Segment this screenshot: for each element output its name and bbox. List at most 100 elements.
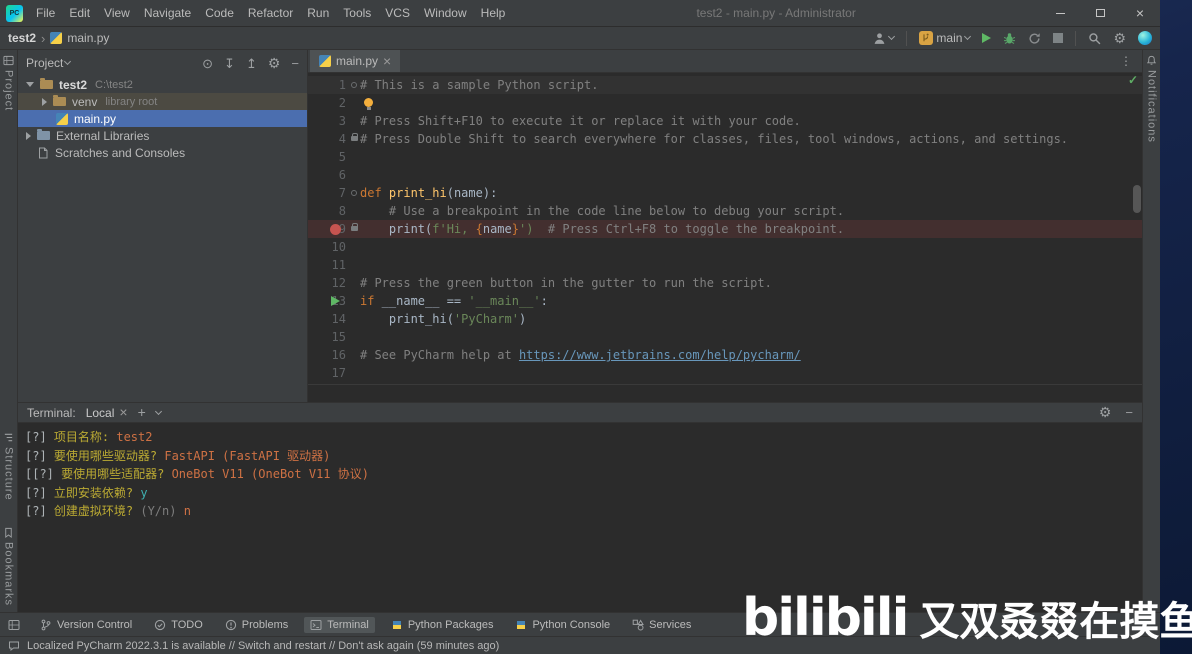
menu-vcs[interactable]: VCS	[378, 0, 417, 26]
code-line-11[interactable]: 11	[308, 256, 1142, 274]
search-everywhere-button[interactable]	[1088, 32, 1101, 45]
line-number-3[interactable]: 3	[308, 112, 354, 130]
line-number-12[interactable]: 12	[308, 274, 354, 292]
code-line-2[interactable]: 2	[308, 94, 1142, 112]
terminal-output[interactable]: [?] 项目名称: test2 [?] 要使用哪些驱动器? FastAPI (Fa…	[18, 423, 1142, 612]
collapse-all-button[interactable]	[246, 57, 257, 70]
tool-button-version-control[interactable]: Version Control	[34, 617, 138, 633]
fold-marker-icon[interactable]	[351, 190, 357, 196]
menu-refactor[interactable]: Refactor	[241, 0, 300, 26]
close-tab-icon[interactable]	[383, 54, 391, 69]
locate-file-button[interactable]	[202, 57, 213, 70]
code-line-4[interactable]: 4 # Press Double Shift to search everywhe…	[308, 130, 1142, 148]
tree-expanded-icon[interactable]	[26, 82, 34, 87]
line-number-2[interactable]: 2	[308, 94, 354, 112]
menu-window[interactable]: Window	[417, 0, 474, 26]
stripe-project-button[interactable]: Project	[3, 55, 15, 111]
editor-tab-main-py[interactable]: main.py	[310, 50, 401, 72]
stripe-notifications-button[interactable]: Notifications	[1146, 55, 1158, 143]
breadcrumb-file[interactable]: main.py	[67, 31, 109, 45]
tree-item-venv[interactable]: venv library root	[18, 93, 307, 110]
code-line-16[interactable]: 16 # See PyCharm help at https://www.jetb…	[308, 346, 1142, 364]
line-number-4[interactable]: 4	[308, 130, 354, 148]
tool-button-services[interactable]: Services	[626, 617, 697, 633]
line-number-16[interactable]: 16	[308, 346, 354, 364]
tool-button-todo[interactable]: TODO	[148, 617, 209, 633]
tool-button-python-console[interactable]: Python Console	[509, 617, 616, 633]
minimize-button[interactable]	[1040, 0, 1080, 26]
tree-item-main-py[interactable]: main.py	[18, 110, 307, 127]
line-number-6[interactable]: 6	[308, 166, 354, 184]
project-panel-title[interactable]: Project	[26, 56, 63, 70]
hide-panel-button[interactable]	[291, 57, 299, 70]
menu-tools[interactable]: Tools	[336, 0, 378, 26]
line-number-8[interactable]: 8	[308, 202, 354, 220]
run-button[interactable]	[982, 33, 992, 43]
tree-collapsed-icon[interactable]	[42, 97, 47, 106]
panel-settings-button[interactable]	[268, 56, 281, 70]
maximize-button[interactable]	[1080, 0, 1120, 26]
chevron-down-icon[interactable]	[64, 57, 72, 66]
user-account-button[interactable]	[873, 32, 896, 45]
code-line-9[interactable]: 9 print(f'Hi, {name}') # Press Ctrl+F8 t…	[308, 220, 1142, 238]
tool-button-terminal[interactable]: Terminal	[304, 616, 375, 633]
run-gutter-icon[interactable]	[331, 296, 340, 306]
menu-view[interactable]: View	[97, 0, 137, 26]
settings-button[interactable]	[1113, 31, 1126, 46]
code-line-7[interactable]: 7 def print_hi(name):	[308, 184, 1142, 202]
menu-help[interactable]: Help	[474, 0, 513, 26]
git-branch-widget[interactable]: main	[919, 31, 972, 45]
code-line-13[interactable]: 13 if __name__ == '__main__':	[308, 292, 1142, 310]
terminal-dropdown-icon[interactable]	[154, 407, 162, 415]
line-number-7[interactable]: 7	[308, 184, 354, 202]
breakpoint-icon[interactable]	[330, 223, 341, 235]
code-line-10[interactable]: 10	[308, 238, 1142, 256]
stripe-structure-button[interactable]: Structure	[3, 432, 15, 501]
line-number-15[interactable]: 15	[308, 328, 354, 346]
code-line-17[interactable]: 17	[308, 364, 1142, 382]
tool-button-problems[interactable]: Problems	[219, 617, 294, 633]
code-line-12[interactable]: 12 # Press the green button in the gutter…	[308, 274, 1142, 292]
line-number-10[interactable]: 10	[308, 238, 354, 256]
stop-button[interactable]	[1053, 33, 1064, 43]
code-line-8[interactable]: 8 # Use a breakpoint in the code line be…	[308, 202, 1142, 220]
editor-options-icon[interactable]	[1120, 54, 1142, 68]
close-button[interactable]	[1120, 0, 1160, 26]
code-line-3[interactable]: 3 # Press Shift+F10 to execute it or repl…	[308, 112, 1142, 130]
menu-run[interactable]: Run	[300, 0, 336, 26]
tool-window-switcher-icon[interactable]	[8, 619, 20, 631]
tree-item-external-libraries[interactable]: External Libraries	[18, 127, 307, 144]
tree-item-scratches-and-consoles[interactable]: Scratches and Consoles	[18, 144, 307, 161]
editor-hscroll-area[interactable]	[308, 384, 1142, 402]
code-line-14[interactable]: 14 print_hi('PyCharm')	[308, 310, 1142, 328]
breadcrumb-project[interactable]: test2	[8, 31, 36, 45]
fold-marker-icon[interactable]	[351, 82, 357, 88]
hide-terminal-button[interactable]	[1125, 406, 1133, 419]
line-number-11[interactable]: 11	[308, 256, 354, 274]
tree-item-test2[interactable]: test2 C:\test2	[18, 76, 307, 93]
new-terminal-button[interactable]	[138, 405, 146, 420]
tool-button-python-packages[interactable]: Python Packages	[385, 617, 500, 633]
debug-button[interactable]	[1003, 32, 1016, 45]
run-with-coverage-button[interactable]	[1028, 32, 1041, 45]
close-terminal-tab-icon[interactable]	[119, 405, 127, 420]
status-message[interactable]: Localized PyCharm 2022.3.1 is available …	[27, 640, 499, 652]
code-line-1[interactable]: 1 # This is a sample Python script.	[308, 76, 1142, 94]
line-number-5[interactable]: 5	[308, 148, 354, 166]
inspection-ok-icon[interactable]	[1128, 73, 1138, 87]
menu-navigate[interactable]: Navigate	[137, 0, 198, 26]
code-editor[interactable]: 1 # This is a sample Python script. 2 3 # Pr…	[308, 73, 1142, 384]
line-number-17[interactable]: 17	[308, 364, 354, 382]
event-log-icon[interactable]	[8, 640, 20, 652]
menu-file[interactable]: File	[29, 0, 62, 26]
expand-all-button[interactable]	[224, 57, 235, 70]
code-line-6[interactable]: 6	[308, 166, 1142, 184]
editor-scrollbar[interactable]	[1133, 185, 1141, 213]
menu-edit[interactable]: Edit	[62, 0, 97, 26]
menu-code[interactable]: Code	[198, 0, 241, 26]
tree-collapsed-icon[interactable]	[26, 131, 31, 140]
code-with-me-button[interactable]	[1138, 31, 1152, 45]
code-line-15[interactable]: 15	[308, 328, 1142, 346]
code-line-5[interactable]: 5	[308, 148, 1142, 166]
intention-bulb-icon[interactable]	[364, 98, 373, 110]
